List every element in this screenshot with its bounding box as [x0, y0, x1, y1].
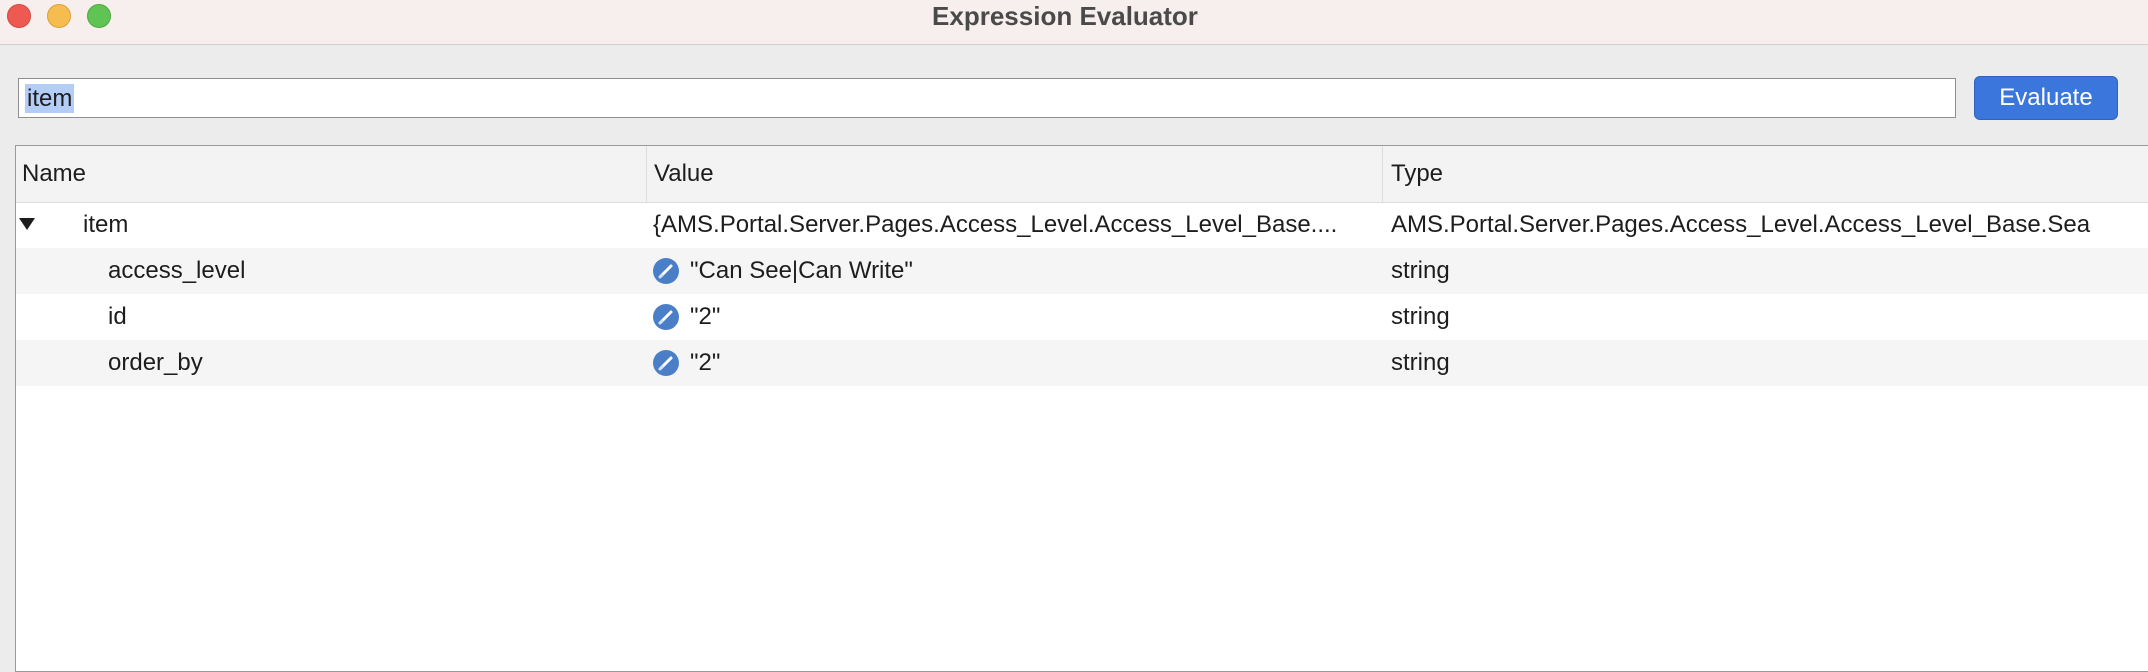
value-cell: {AMS.Portal.Server.Pages.Access_Level.Ac… [653, 202, 1382, 248]
row-value: "2" [690, 303, 721, 330]
row-name: order_by [108, 349, 203, 376]
column-header-name[interactable]: Name [16, 146, 646, 202]
pencil-icon[interactable] [653, 258, 679, 284]
value-cell: "Can See|Can Write" [653, 248, 1382, 294]
type-cell: string [1391, 248, 2148, 294]
table-row-order-by[interactable]: order_by "2" string [16, 340, 2148, 386]
type-cell: string [1391, 294, 2148, 340]
column-header-value[interactable]: Value [646, 146, 1382, 202]
value-cell: "2" [653, 294, 1382, 340]
type-cell: AMS.Portal.Server.Pages.Access_Level.Acc… [1391, 202, 2148, 248]
row-name: id [108, 303, 127, 330]
results-table: Name Value Type item {AMS.Portal.Server.… [15, 145, 2148, 672]
row-type: AMS.Portal.Server.Pages.Access_Level.Acc… [1391, 211, 2091, 238]
expression-input[interactable]: item [18, 78, 1956, 118]
row-value: {AMS.Portal.Server.Pages.Access_Level.Ac… [653, 211, 1338, 238]
column-header-type[interactable]: Type [1382, 146, 2148, 202]
name-cell: id [16, 294, 646, 340]
table-row-access-level[interactable]: access_level "Can See|Can Write" string [16, 248, 2148, 294]
title-bar: Expression Evaluator [0, 0, 2148, 45]
row-name: item [83, 211, 129, 238]
table-row-item[interactable]: item {AMS.Portal.Server.Pages.Access_Lev… [16, 202, 2148, 248]
row-name: access_level [108, 257, 246, 284]
expression-input-value: item [25, 84, 75, 113]
name-cell: access_level [16, 248, 646, 294]
pencil-icon[interactable] [653, 304, 679, 330]
expression-evaluator-window: Expression Evaluator item Evaluate Name … [0, 0, 2148, 672]
row-value: "2" [690, 349, 721, 376]
value-cell: "2" [653, 340, 1382, 386]
table-row-id[interactable]: id "2" string [16, 294, 2148, 340]
name-cell: item [16, 202, 646, 248]
row-type: string [1391, 257, 1450, 284]
chevron-down-icon[interactable] [19, 218, 35, 230]
row-type: string [1391, 303, 1450, 330]
window-title: Expression Evaluator [932, 1, 1198, 31]
row-type: string [1391, 349, 1450, 376]
evaluate-button[interactable]: Evaluate [1974, 76, 2118, 120]
type-cell: string [1391, 340, 2148, 386]
row-value: "Can See|Can Write" [690, 257, 913, 284]
pencil-icon[interactable] [653, 350, 679, 376]
table-header: Name Value Type [16, 146, 2148, 203]
name-cell: order_by [16, 340, 646, 386]
